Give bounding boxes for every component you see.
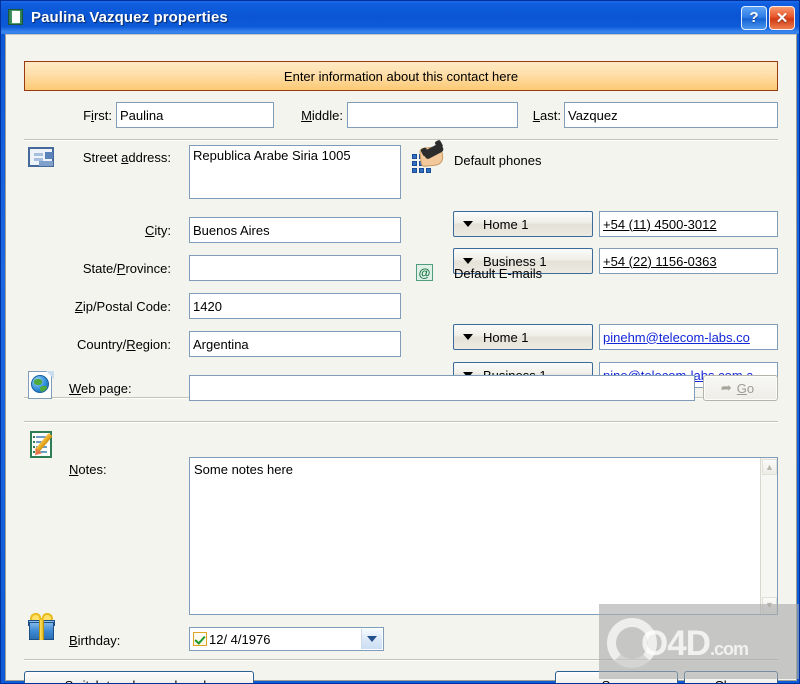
separator-notes — [24, 421, 778, 423]
last-name-label: Last: — [532, 108, 561, 123]
phone-number-value-2: +54 (22) 1156-0363 — [603, 253, 717, 269]
zip-code-input[interactable]: 1420 — [189, 293, 401, 319]
phone-type-dropdown-1[interactable]: Home 1 — [453, 211, 593, 237]
web-page-input[interactable] — [189, 375, 695, 401]
notes-scrollbar[interactable]: ▲ ▼ — [760, 458, 777, 614]
chevron-down-icon — [463, 334, 473, 340]
globe-page-icon — [28, 371, 54, 399]
phone-number-input-1[interactable]: +54 (11) 4500-3012 — [599, 211, 778, 237]
middle-name-label: Middle: — [301, 108, 343, 123]
scroll-up-icon[interactable]: ▲ — [762, 459, 777, 475]
help-button[interactable]: ? — [741, 5, 767, 30]
switch-advanced-mode-label: Switch to advanced mode — [65, 678, 214, 684]
info-banner-text: Enter information about this contact her… — [283, 68, 519, 84]
close-button[interactable]: Close — [684, 671, 778, 683]
scroll-down-icon[interactable]: ▼ — [762, 597, 777, 613]
phone-number-input-2[interactable]: +54 (22) 1156-0363 — [599, 248, 778, 274]
first-name-input[interactable]: Paulina — [116, 102, 274, 128]
birthday-checkbox[interactable] — [193, 632, 207, 646]
birthday-dropdown-arrow[interactable] — [361, 629, 382, 649]
go-button-label: Go — [736, 380, 755, 396]
state-province-input[interactable] — [189, 255, 401, 281]
address-book-icon — [8, 9, 25, 26]
close-window-button[interactable]: ✕ — [769, 5, 795, 30]
street-address-input[interactable]: Republica Arabe Siria 1005 — [189, 145, 401, 199]
notes-label: Notes: — [69, 462, 107, 477]
state-province-label: State/Province: — [82, 261, 171, 276]
street-address-value: Republica Arabe Siria 1005 — [193, 148, 351, 163]
go-button[interactable]: ➦ Go — [703, 375, 778, 401]
chevron-down-icon — [463, 221, 473, 227]
last-name-value: Vazquez — [568, 107, 618, 123]
city-value: Buenos Aires — [193, 222, 270, 238]
zip-code-label: Zip/Postal Code: — [74, 299, 171, 314]
middle-name-input[interactable] — [347, 102, 518, 128]
save-button[interactable]: Save — [555, 671, 678, 683]
country-region-value: Argentina — [193, 336, 249, 352]
email-type-dropdown-1[interactable]: Home 1 — [453, 324, 593, 350]
first-name-value: Paulina — [120, 107, 164, 123]
separator-top — [24, 139, 778, 141]
go-arrow-icon: ➦ — [720, 380, 732, 395]
dialog-client-area: Enter information about this contact her… — [5, 34, 797, 684]
birthday-label: Birthday: — [69, 633, 121, 648]
separator-footer — [24, 659, 778, 661]
country-region-input[interactable]: Argentina — [189, 331, 401, 357]
birthday-value: 12/ 4/1976 — [209, 631, 271, 647]
window-title: Paulina Vazquez properties — [31, 9, 228, 26]
notes-textarea[interactable]: Some notes here ▲ ▼ — [189, 457, 778, 615]
info-banner: Enter information about this contact her… — [24, 61, 778, 91]
phone-number-value-1: +54 (11) 4500-3012 — [603, 216, 717, 232]
first-name-label: First: — [83, 108, 112, 123]
phone-keypad-icon — [412, 142, 445, 175]
chevron-down-icon — [463, 258, 473, 264]
zip-code-value: 1420 — [193, 298, 222, 314]
notepad-pencil-icon — [30, 431, 57, 459]
last-name-input[interactable]: Vazquez — [564, 102, 778, 128]
at-sign-icon: @ — [416, 264, 433, 281]
phone-type-label-1: Home 1 — [483, 216, 529, 232]
gift-icon — [28, 611, 56, 641]
city-input[interactable]: Buenos Aires — [189, 217, 401, 243]
default-phones-heading: Default phones — [454, 153, 542, 168]
birthday-combobox[interactable]: 12/ 4/1976 — [189, 627, 384, 651]
email-address-input-1[interactable]: pinehm@telecom-labs.co — [599, 324, 778, 350]
email-type-label-1: Home 1 — [483, 329, 529, 345]
title-bar: Paulina Vazquez properties ? ✕ — [1, 1, 799, 34]
country-region-label: Country/Region: — [77, 337, 171, 352]
notes-value: Some notes here — [194, 462, 294, 477]
email-address-value-1[interactable]: pinehm@telecom-labs.co — [603, 330, 750, 345]
city-label: City: — [144, 223, 171, 238]
web-page-label: Web page: — [69, 381, 132, 396]
contact-properties-window: Paulina Vazquez properties ? ✕ Enter inf… — [0, 0, 800, 684]
street-address-label: Street address: — [82, 150, 171, 165]
default-emails-heading: Default E-mails — [454, 266, 543, 281]
switch-advanced-mode-button[interactable]: Switch to advanced mode — [24, 671, 254, 684]
